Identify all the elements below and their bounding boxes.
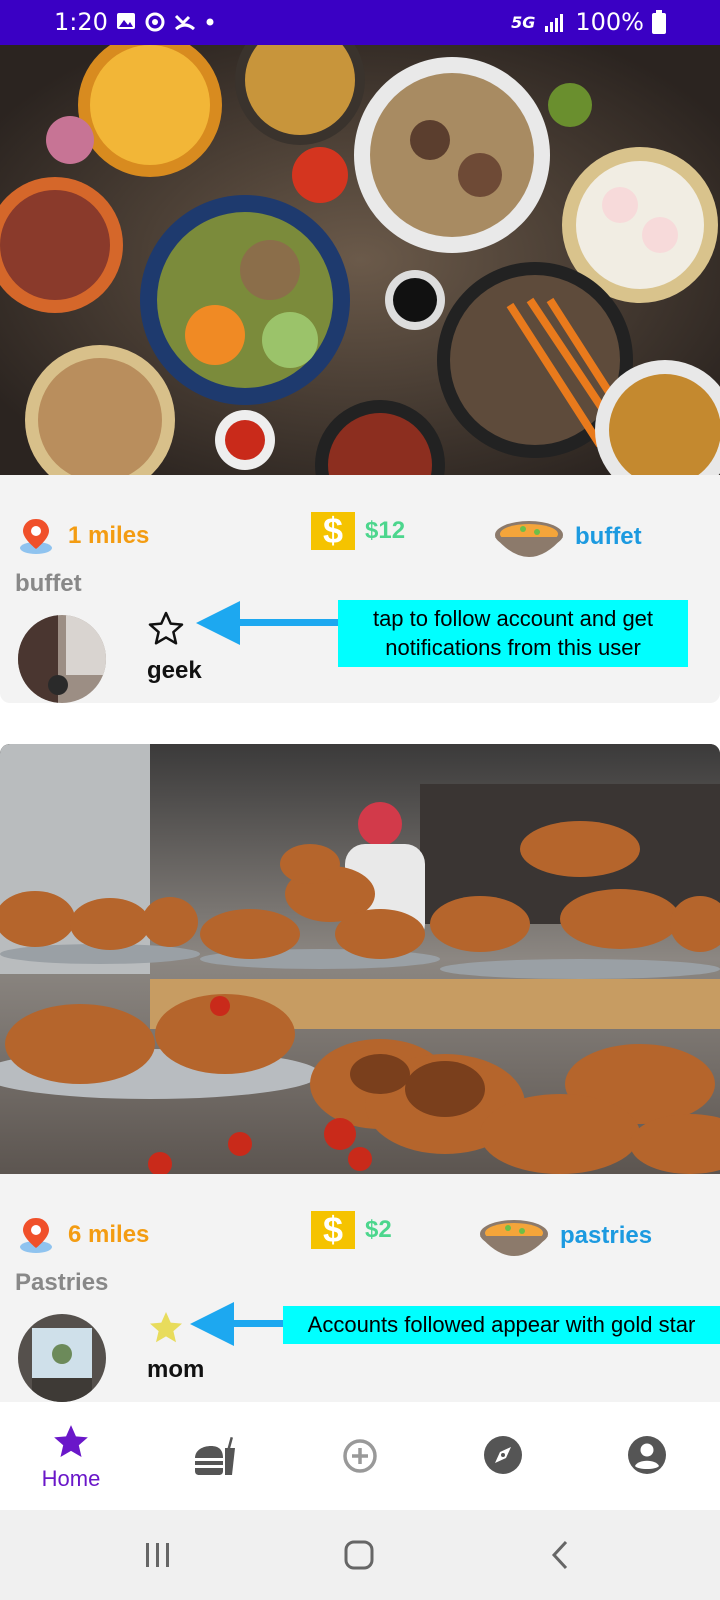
- signal-icon: [545, 14, 564, 32]
- price-group: $ $2: [311, 1209, 392, 1250]
- add-circle-icon: [343, 1439, 377, 1473]
- location-pin-icon: [20, 519, 52, 554]
- sync-icon: [145, 12, 165, 32]
- dollar-icon: $: [311, 1209, 355, 1250]
- post-photo-buffet[interactable]: [0, 45, 720, 475]
- home-button-icon[interactable]: [343, 1539, 375, 1571]
- missed-call-icon: [174, 14, 195, 31]
- post-info-row: 6 miles $ $2 pastries: [0, 1206, 720, 1266]
- category-group: buffet: [493, 507, 642, 567]
- nav-home[interactable]: Home: [21, 1422, 121, 1492]
- nav-home-label: Home: [41, 1466, 101, 1491]
- dollar-icon: $: [311, 510, 355, 551]
- post-card-pastries[interactable]: 6 miles $ $2 pastries Pastries mom Accou…: [0, 744, 720, 1402]
- distance-group: 6 miles: [16, 1216, 149, 1254]
- price-group: $ $12: [311, 510, 406, 551]
- location-pin-icon: [20, 1218, 52, 1253]
- price-text: $2: [365, 1216, 392, 1243]
- battery-icon: [652, 10, 666, 34]
- bottom-navigation: Home: [0, 1402, 720, 1510]
- back-icon[interactable]: [548, 1539, 572, 1571]
- followed-gold-star-icon[interactable]: [147, 1309, 185, 1347]
- distance-text: 1 miles: [68, 522, 150, 549]
- image-icon: [117, 13, 135, 29]
- avatar-photo: [18, 615, 106, 703]
- price-text: $12: [365, 517, 406, 544]
- status-left-icons: [116, 11, 216, 33]
- network-type: 5G: [511, 12, 536, 32]
- post-title: buffet: [15, 570, 82, 597]
- fast-food-icon: [195, 1436, 235, 1475]
- followed-callout: Accounts followed appear with gold star: [283, 1306, 720, 1344]
- follow-star-icon[interactable]: [147, 610, 185, 648]
- avatar[interactable]: [18, 1314, 106, 1402]
- status-right: 5G 100%: [511, 8, 666, 36]
- post-card-buffet[interactable]: 1 miles $ $12 buffet buffet geek tap to …: [0, 45, 720, 703]
- category-text: buffet: [575, 523, 642, 550]
- soup-bowl-icon: [480, 1220, 548, 1256]
- category-text: pastries: [560, 1222, 653, 1249]
- callout-arrow-line: [230, 1320, 285, 1327]
- post-photo-pastries[interactable]: [0, 744, 720, 1174]
- callout-arrow-head: [190, 1302, 234, 1346]
- food-photo-illustration: [0, 45, 720, 475]
- account-icon: [628, 1436, 666, 1474]
- star-icon: [54, 1425, 88, 1458]
- distance-text: 6 miles: [68, 1221, 150, 1248]
- distance-group: 1 miles: [16, 517, 149, 555]
- username[interactable]: geek: [147, 657, 202, 685]
- nav-food[interactable]: [165, 1434, 265, 1478]
- soup-bowl-icon: [495, 521, 563, 557]
- pastries-photo-illustration: [0, 744, 720, 1174]
- nav-explore[interactable]: [453, 1434, 553, 1476]
- battery-level: 100%: [575, 8, 644, 36]
- username[interactable]: mom: [147, 1356, 204, 1384]
- dot-icon: [206, 18, 214, 26]
- avatar-photo: [18, 1314, 106, 1402]
- follow-callout: tap to follow account and get notificati…: [338, 600, 688, 667]
- post-info-row: 1 miles $ $12 buffet: [0, 507, 720, 567]
- nav-profile[interactable]: [597, 1434, 697, 1476]
- status-time: 1:20: [54, 8, 108, 36]
- category-group: pastries: [478, 1206, 652, 1266]
- compass-icon: [484, 1436, 522, 1474]
- nav-add[interactable]: [310, 1436, 410, 1476]
- post-title: Pastries: [15, 1269, 109, 1296]
- callout-arrow-head: [196, 601, 240, 645]
- callout-arrow-line: [236, 619, 339, 626]
- avatar[interactable]: [18, 615, 106, 703]
- status-bar: 1:20 5G 100%: [0, 0, 720, 45]
- recent-apps-icon[interactable]: [142, 1540, 174, 1570]
- system-navigation-bar: [0, 1510, 720, 1600]
